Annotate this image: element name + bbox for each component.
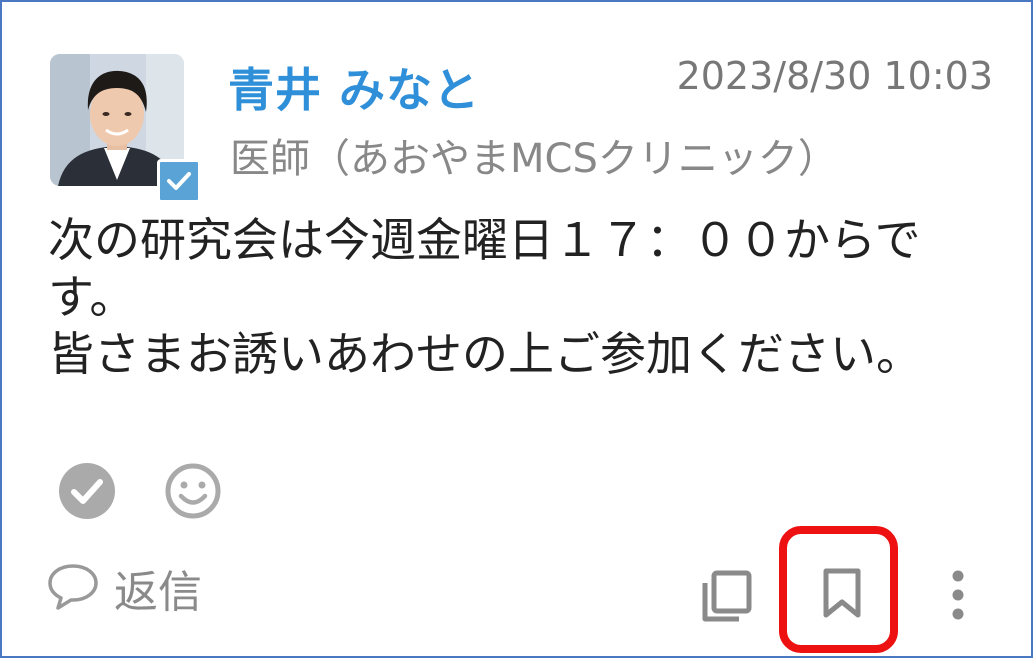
reply-label: 返信	[114, 567, 202, 618]
message-line: す。	[48, 270, 136, 324]
message-body: 次の研究会は今週金曜日１７：００からで す。 皆さまお誘いあわせの上ご参加くださ…	[48, 212, 998, 383]
message-line: 次の研究会は今週金曜日１７：００からで	[48, 213, 921, 267]
smiley-icon[interactable]	[164, 462, 222, 520]
check-circle-icon[interactable]	[58, 462, 116, 520]
message-card: 青井 みなと 2023/8/30 10:03 医師（あおやまMCSクリニック） …	[0, 0, 1033, 658]
more-vertical-icon[interactable]	[946, 568, 970, 626]
bookmark-icon[interactable]	[820, 566, 864, 624]
message-line: 皆さまお誘いあわせの上ご参加ください。	[48, 327, 922, 381]
copy-icon[interactable]	[699, 567, 755, 629]
verified-badge-icon	[157, 159, 201, 203]
reply-button[interactable]: 返信	[46, 558, 202, 618]
author-role: 医師（あおやまMCSクリニック）	[230, 136, 838, 182]
post-timestamp: 2023/8/30 10:03	[676, 54, 993, 98]
speech-bubble-icon	[46, 561, 100, 615]
author-name[interactable]: 青井 みなと	[228, 54, 480, 120]
